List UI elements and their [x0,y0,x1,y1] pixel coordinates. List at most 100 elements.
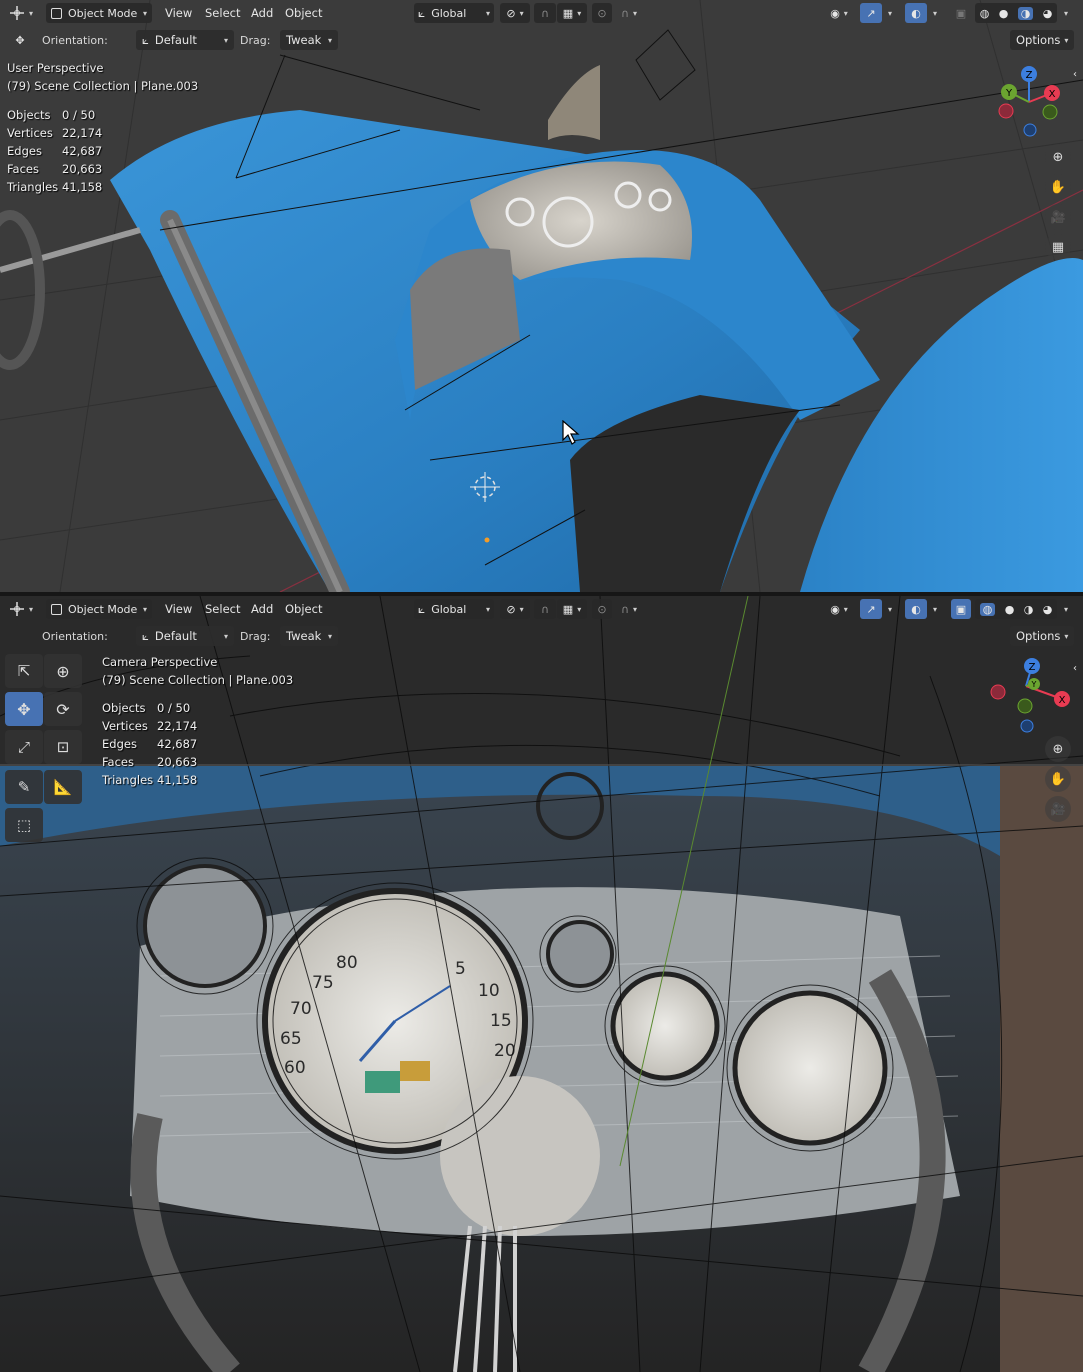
orientation-axes-icon: ⟀ [142,628,149,643]
annotate-tool-icon[interactable]: ✎ [5,770,43,804]
menu-object[interactable]: Object [285,3,322,23]
menu-select[interactable]: Select [205,3,240,23]
proportional-edit-toggle[interactable]: ⊙ [592,599,612,619]
rotate-tool-icon[interactable]: ⟳ [44,692,82,726]
gizmo-x-label: X [1049,89,1056,100]
snap-target-dropdown[interactable]: ▦ ▾ [557,3,587,23]
gauge-number: 5 [455,959,466,979]
xray-toggle[interactable]: ▣ [951,3,971,23]
select-box-tool-icon[interactable]: ⇱ [5,654,43,688]
pan-hand-icon[interactable]: ✋ [1045,766,1071,792]
proportional-edit-toggle[interactable]: ⊙ [592,3,612,23]
stat-row: Objects 0 / 50 [102,701,191,715]
stat-row: Objects 0 / 50 [7,108,96,122]
gizmo-toggle[interactable]: ↗ [860,3,882,23]
camera-view-icon[interactable]: 🎥 [1045,796,1071,822]
solid-shading-icon[interactable]: ● [1005,603,1015,616]
snap-toggle[interactable]: ∩ [534,3,556,23]
scale-tool-icon[interactable]: ⤢ [5,730,43,764]
overlays-toggle[interactable]: ◐ [905,599,927,619]
mode-dropdown[interactable]: Object Mode ▾ [46,3,152,23]
overlays-toggle[interactable]: ◐ [905,3,927,23]
overlays-icon: ◐ [911,6,921,20]
xray-toggle[interactable]: ▣ [951,599,971,619]
sidebar-toggle-arrow-icon[interactable]: ‹ [1068,658,1082,678]
wireframe-shading-icon[interactable]: ◍ [979,602,996,616]
options-dropdown[interactable]: Options ▾ [1010,626,1074,646]
pivot-icon: ⊘ [506,602,516,616]
camera-view-icon[interactable]: 🎥 [1045,204,1071,230]
stat-row: Vertices 22,174 [7,126,103,140]
material-shading-icon[interactable]: ◑ [1017,6,1034,20]
shading-dropdown[interactable]: ▾ [1058,3,1074,23]
drag-label: Drag: [240,629,271,643]
transform-tool-icon[interactable]: ✥ [8,30,32,50]
falloff-curve-icon: ∩ [620,6,630,20]
material-shading-icon[interactable]: ◑ [1024,603,1034,616]
rendered-shading-icon[interactable]: ◕ [1043,7,1053,20]
overlays-dropdown[interactable]: ▾ [927,599,943,619]
editor-type-button[interactable]: ▾ [4,3,38,23]
mode-dropdown[interactable]: Object Mode ▾ [46,599,152,619]
perspective-grid-icon[interactable]: ▦ [1045,234,1071,260]
menu-view[interactable]: View [165,3,192,23]
pan-hand-icon[interactable]: ✋ [1045,174,1071,200]
zoom-icon[interactable]: ⊕ [1045,144,1071,170]
drag-dropdown[interactable]: Tweak ▾ [280,626,338,646]
overlays-dropdown[interactable]: ▾ [927,3,943,23]
add-cube-tool-icon[interactable]: ⬚ [5,808,43,842]
cursor-tool-icon[interactable]: ⊕ [44,654,82,688]
rendered-shading-icon[interactable]: ◕ [1043,603,1053,616]
scene-statistics: Objects 0 / 50 Vertices 22,174 Edges 42,687… [7,106,102,196]
menu-view[interactable]: View [165,599,192,619]
navigation-gizmo[interactable]: Z X Y [988,656,1072,734]
wireframe-shading-icon[interactable]: ◍ [980,7,990,20]
move-gizmo-icon [9,602,24,616]
stat-row: Vertices 22,174 [102,719,198,733]
visibility-dropdown[interactable]: ◉ ▾ [822,599,856,619]
solid-shading-icon[interactable]: ● [999,7,1009,20]
gizmo-dropdown[interactable]: ▾ [882,599,898,619]
snap-toggle[interactable]: ∩ [534,599,556,619]
gizmo-arrow-icon: ↗ [866,6,876,20]
transform-orientation-dropdown[interactable]: ⟀ Global ▾ [414,599,494,619]
options-dropdown[interactable]: Options ▾ [1010,30,1074,50]
snap-target-dropdown[interactable]: ▦ ▾ [557,599,587,619]
object-mode-icon [51,603,62,615]
menu-select[interactable]: Select [205,599,240,619]
orientation-dropdown[interactable]: ⟀ Default ▾ [136,626,234,646]
transform-orientation-dropdown[interactable]: ⟀ Global ▾ [414,3,494,23]
gizmo-x-label: X [1059,695,1066,706]
pivot-point-dropdown[interactable]: ⊘ ▾ [500,3,530,23]
falloff-dropdown[interactable]: ∩ ▾ [614,599,644,619]
gauge-number: 20 [494,1041,516,1061]
gizmo-toggle[interactable]: ↗ [860,599,882,619]
view-name: Camera Perspective [102,655,218,669]
move-tool-icon[interactable]: ✥ [5,692,43,726]
pivot-point-dropdown[interactable]: ⊘ ▾ [500,599,530,619]
viewport-top[interactable]: ▾ Object Mode ▾ View Select Add Object ⟀… [0,0,1083,592]
zoom-icon[interactable]: ⊕ [1045,736,1071,762]
menu-add[interactable]: Add [251,3,273,23]
measure-tool-icon[interactable]: 📐 [44,770,82,804]
falloff-dropdown[interactable]: ∩ ▾ [614,3,644,23]
orientation-label: Orientation: [42,629,108,643]
gauge-number: 70 [290,999,312,1019]
visibility-dropdown[interactable]: ◉ ▾ [822,3,856,23]
drag-dropdown[interactable]: Tweak ▾ [280,30,338,50]
menu-add[interactable]: Add [251,599,273,619]
shading-dropdown[interactable]: ▾ [1058,599,1074,619]
object-mode-icon [51,7,62,19]
stat-row: Faces 20,663 [7,162,103,176]
gizmo-dropdown[interactable]: ▾ [882,3,898,23]
editor-type-button[interactable]: ▾ [4,599,38,619]
transform-tool-icon[interactable]: ⊡ [44,730,82,764]
viewport-bottom[interactable]: 75 80 70 65 60 5 10 15 20 ▾ Object Mode … [0,596,1083,1372]
menu-object[interactable]: Object [285,599,322,619]
gizmo-arrow-icon: ↗ [866,602,876,616]
navigation-gizmo[interactable]: Z X Y [994,62,1064,142]
orientation-dropdown[interactable]: ⟀ Default ▾ [136,30,234,50]
collection-info: (79) Scene Collection | Plane.003 [7,79,199,93]
sidebar-toggle-arrow-icon[interactable]: ‹ [1068,64,1082,84]
gauge-number: 65 [280,1029,302,1049]
